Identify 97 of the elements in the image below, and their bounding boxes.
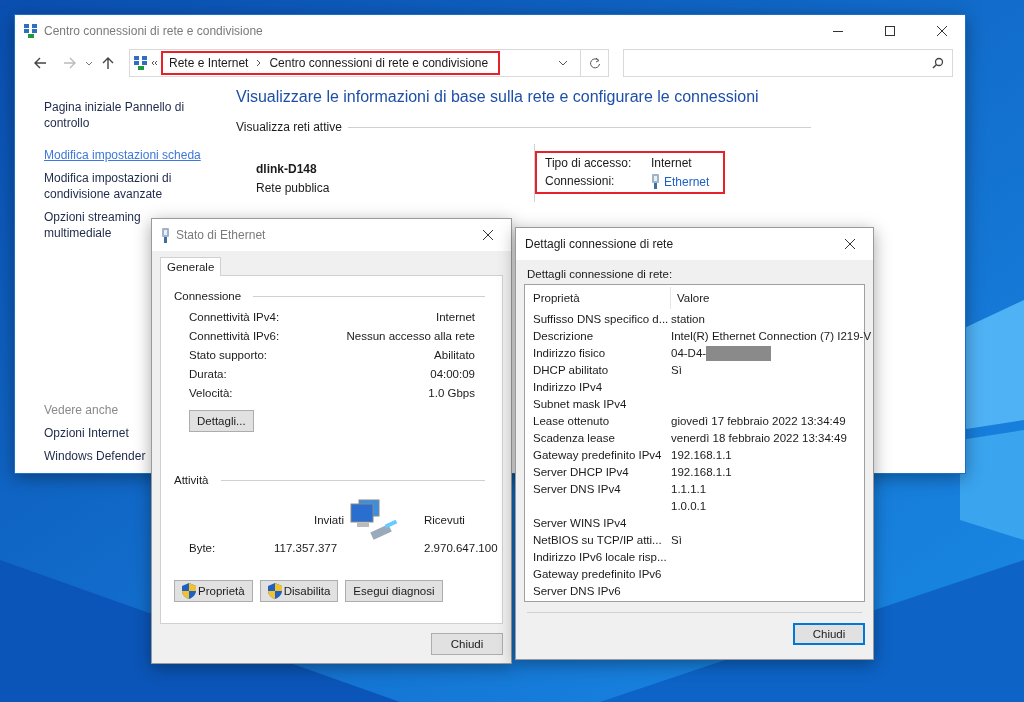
window-title: Centro connessioni di rete e condivisione	[44, 24, 264, 38]
breadcrumb-item[interactable]: Rete e Internet	[169, 56, 249, 70]
dialog-button[interactable]: Esegui diagnosi	[345, 580, 443, 602]
minimize-icon[interactable]	[833, 30, 843, 32]
list-caption: Dettagli connessione di rete:	[527, 268, 674, 280]
field-value: Nessun accesso alla rete	[346, 329, 475, 344]
property-cell-text: Lease ottenuto	[533, 414, 611, 429]
sent-label: Inviati	[312, 514, 344, 526]
value-cell-text: venerdì 18 febbraio 2022 13:34:49	[671, 431, 847, 446]
sidebar-link[interactable]: Windows Defender	[44, 448, 146, 464]
up-arrow-icon[interactable]	[101, 56, 115, 70]
dialog-button[interactable]: Disabilita	[259, 580, 339, 602]
network-name: dlink-D148	[256, 162, 318, 176]
field-label: Velocità:	[189, 386, 233, 401]
refresh-button[interactable]	[581, 49, 609, 77]
field-label: Tipo di accesso:	[545, 156, 633, 170]
group-heading: Attività	[174, 474, 209, 486]
property-cell-text: Server DNS IPv6	[533, 584, 622, 599]
computer-network-icon	[349, 498, 399, 542]
plug-icon	[161, 227, 170, 243]
window-title: Dettagli connessione di rete	[525, 237, 675, 251]
field-label: Connessioni:	[545, 174, 616, 189]
field-value: Internet	[651, 156, 692, 170]
section-heading: Visualizza reti attive	[236, 120, 342, 134]
property-cell-text: NetBIOS su TCP/IP atti...	[533, 533, 663, 548]
property-cell-text: Descrizione	[533, 329, 595, 344]
close-dialog-button[interactable]: Chiudi	[431, 633, 503, 655]
shield-icon	[182, 583, 196, 599]
sidebar-link[interactable]: Opzioni streaming multimediale	[44, 209, 148, 241]
chevron-down-icon[interactable]	[558, 60, 568, 66]
plug-icon	[651, 174, 660, 189]
received-bytes: 2.970.647.100	[424, 542, 498, 554]
value-cell-text: 1.0.0.1	[671, 499, 707, 514]
field-label: Connettività IPv4:	[189, 310, 280, 325]
value-cell-text: Sì	[671, 533, 682, 548]
sidebar-link[interactable]: Opzioni Internet	[44, 425, 129, 441]
chevron-right-icon	[256, 59, 262, 67]
sidebar-link[interactable]: Modifica impostazioni di condivisione avanzate	[44, 170, 212, 202]
network-icon	[134, 56, 148, 70]
address-field[interactable]: Rete e Internet Centro connessioni di rete e condivisione	[129, 49, 581, 77]
section-heading: Vedere anche	[44, 402, 119, 418]
property-cell-text: Indirizzo IPv6 locale risp...	[533, 550, 668, 565]
property-cell-text: Indirizzo fisico	[533, 346, 607, 361]
property-cell-text: Indirizzo IPv4	[533, 380, 604, 395]
value-cell-text: 192.168.1.1	[671, 465, 732, 480]
close-icon[interactable]	[482, 229, 494, 241]
received-label: Ricevuti	[424, 514, 466, 526]
column-header[interactable]: Proprietà	[533, 287, 671, 309]
property-cell-text: Scadenza lease	[533, 431, 616, 446]
tab[interactable]: Generale	[160, 257, 222, 276]
property-cell-text: Suffisso DNS specifico d...	[533, 312, 670, 327]
field-value: 04:00:09	[430, 367, 475, 382]
search-icon[interactable]	[932, 57, 944, 69]
window-title: Stato di Ethernet	[176, 228, 267, 242]
property-cell-text: DHCP abilitato	[533, 363, 610, 378]
field-label: Durata:	[189, 367, 227, 382]
connection-link[interactable]: Ethernet	[664, 174, 710, 189]
shield-icon	[267, 583, 282, 599]
double-chevron-icon[interactable]	[151, 60, 157, 66]
field-value: Internet	[436, 310, 475, 325]
field-value: 1.0 Gbps	[428, 386, 475, 401]
column-header[interactable]: Valore	[671, 287, 864, 309]
field-label: Stato supporto:	[189, 348, 267, 363]
refresh-icon[interactable]	[588, 57, 601, 69]
close-icon[interactable]	[936, 25, 948, 37]
value-cell-text: giovedì 17 febbraio 2022 13:34:49	[671, 414, 846, 429]
property-cell-text: Subnet mask IPv4	[533, 397, 628, 412]
search-field[interactable]	[623, 49, 953, 77]
close-icon[interactable]	[844, 238, 856, 250]
details-button[interactable]: Dettagli...	[189, 410, 254, 432]
value-cell-text: Sì	[671, 363, 682, 378]
value-cell-text: 192.168.1.1	[671, 448, 732, 463]
close-dialog-button[interactable]: Chiudi	[793, 623, 865, 645]
property-cell-text: Gateway predefinito IPv6	[533, 567, 663, 582]
property-cell-text: Server DNS IPv4	[533, 482, 622, 497]
value-cell-text: 04-D4-	[671, 346, 707, 361]
sidebar-link[interactable]: Modifica impostazioni scheda	[44, 147, 201, 163]
dialog-button[interactable]: Proprietà	[174, 580, 253, 602]
field-value: Abilitato	[434, 348, 475, 363]
field-label: Byte:	[189, 542, 217, 554]
breadcrumb-item[interactable]: Centro connessioni di rete e condivisione	[269, 56, 489, 70]
back-arrow-icon[interactable]	[33, 56, 47, 70]
network-icon	[24, 24, 38, 38]
sidebar-link[interactable]: Pagina iniziale Pannello di controllo	[44, 99, 212, 131]
group-heading: Connessione	[174, 290, 242, 302]
network-type: Rete pubblica	[256, 181, 331, 195]
chevron-down-icon[interactable]	[85, 60, 93, 66]
value-cell-text: station	[671, 312, 705, 327]
maximize-icon[interactable]	[885, 26, 895, 36]
value-cell-text: 1.1.1.1	[671, 482, 707, 497]
property-cell-text: Gateway predefinito IPv4	[533, 448, 663, 463]
field-label: Connettività IPv6:	[189, 329, 280, 344]
property-cell-text: Server WINS IPv4	[533, 516, 628, 531]
value-cell-text: Intel(R) Ethernet Connection (7) I219-V	[671, 329, 872, 344]
page-heading: Visualizzare le informazioni di base sulla rete e configurare le connessioni	[236, 88, 760, 106]
property-cell-text: Server DHCP IPv4	[533, 465, 630, 480]
sent-bytes: 117.357.377	[274, 542, 339, 554]
